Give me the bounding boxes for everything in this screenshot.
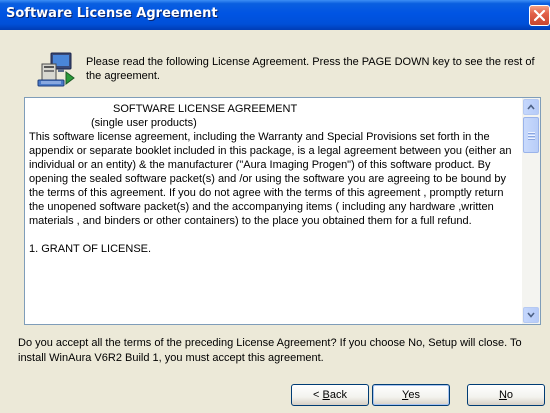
back-prefix: <: [313, 389, 323, 401]
scroll-thumb[interactable]: [523, 117, 539, 153]
back-label-rest: ack: [329, 389, 347, 401]
yes-label-rest: es: [408, 389, 420, 401]
back-mnemonic: B: [322, 389, 330, 401]
scroll-up-button[interactable]: [523, 99, 539, 115]
back-button[interactable]: < Back: [291, 384, 369, 406]
computer-setup-icon: [37, 52, 75, 87]
license-content: SOFTWARE LICENSE AGREEMENT (single user …: [25, 98, 522, 324]
scroll-down-button[interactable]: [523, 307, 539, 323]
instruction-text: Please read the following License Agreem…: [86, 56, 535, 82]
license-paragraph: This software license agreement, includi…: [29, 131, 512, 227]
license-subheading: (single user products): [91, 117, 197, 129]
license-text-area[interactable]: SOFTWARE LICENSE AGREEMENT (single user …: [24, 97, 541, 325]
thumb-grip-line: [528, 132, 535, 133]
no-mnemonic: N: [498, 389, 507, 401]
close-button[interactable]: [529, 5, 550, 26]
vertical-scrollbar[interactable]: [522, 98, 540, 324]
no-label-rest: o: [506, 389, 514, 401]
scroll-down-arrow-icon: [527, 312, 535, 318]
license-section-heading: 1. GRANT OF LICENSE.: [29, 243, 152, 255]
no-button[interactable]: No: [467, 384, 545, 406]
thumb-grip-line: [528, 135, 535, 136]
accept-question-text: Do you accept all the terms of the prece…: [18, 337, 522, 364]
thumb-grip-line: [528, 138, 535, 139]
close-icon: [533, 9, 546, 22]
window-title: Software License Agreement: [6, 6, 218, 21]
scroll-up-arrow-icon: [527, 104, 535, 110]
yes-button[interactable]: Yes: [372, 384, 450, 406]
title-bar[interactable]: Software License Agreement: [0, 0, 550, 30]
license-heading: SOFTWARE LICENSE AGREEMENT: [113, 103, 298, 115]
